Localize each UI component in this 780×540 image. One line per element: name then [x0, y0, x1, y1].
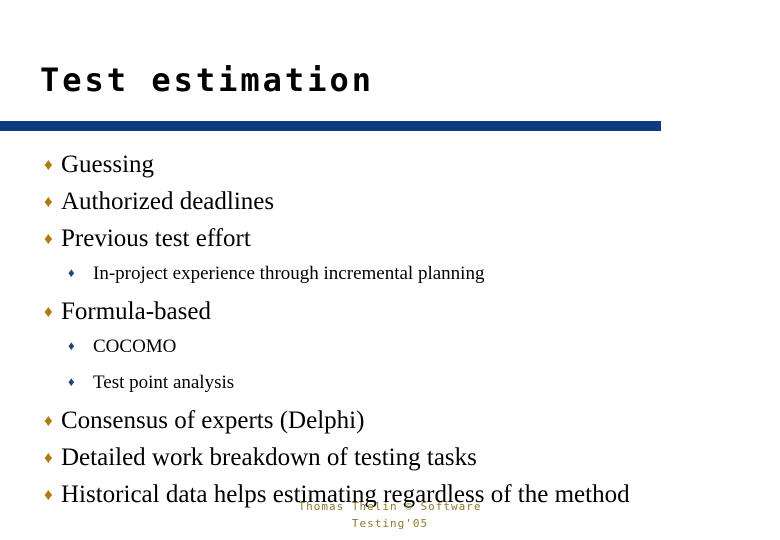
list-item-label: Formula-based [61, 298, 211, 325]
diamond-bullet-icon: ♦ [44, 155, 53, 174]
list-item-label: Guessing [61, 151, 155, 178]
list-item: ♦ In-project experience through increment… [0, 261, 780, 297]
footer-line-2: Testing'05 [351, 517, 429, 530]
list-item: ♦ Previous test effort [0, 224, 780, 261]
list-item-label: In-project experience through incrementa… [93, 263, 485, 284]
bullet-list: ♦ Guessing ♦ Authorized deadlines ♦ Previous … [0, 150, 780, 517]
list-item: ♦ Test point analysis [0, 370, 780, 406]
list-item: ♦ Consensus of experts (Delphi) [0, 406, 780, 443]
diamond-bullet-icon: ♦ [44, 192, 53, 211]
list-item: ♦ Guessing [0, 150, 780, 187]
list-item-label: COCOMO [93, 336, 177, 357]
title-divider-rule [0, 121, 661, 131]
list-item: ♦ Authorized deadlines [0, 187, 780, 224]
diamond-bullet-icon: ♦ [68, 338, 75, 353]
list-item: ♦ Formula-based [0, 297, 780, 334]
list-item: ♦ Detailed work breakdown of testing task… [0, 443, 780, 480]
diamond-bullet-icon: ♦ [44, 448, 53, 467]
diamond-bullet-icon: ♦ [44, 302, 53, 321]
diamond-bullet-icon: ♦ [44, 411, 53, 430]
page-title: Test estimation [40, 61, 374, 99]
slide-footer: Thomas Thelin © Software Testing'05 [0, 498, 780, 532]
list-item-label: Test point analysis [93, 372, 235, 393]
list-item: ♦ COCOMO [0, 334, 780, 370]
diamond-bullet-icon: ♦ [44, 229, 53, 248]
list-item-label: Authorized deadlines [61, 188, 275, 215]
slide-canvas: Test estimation ♦ Guessing ♦ Authorized dea… [0, 0, 780, 540]
footer-line-1: Thomas Thelin © Software [298, 500, 482, 513]
list-item-label: Previous test effort [61, 225, 251, 252]
diamond-bullet-icon: ♦ [68, 374, 75, 389]
list-item-label: Detailed work breakdown of testing tasks [61, 444, 477, 471]
list-item-label: Consensus of experts (Delphi) [61, 407, 365, 434]
diamond-bullet-icon: ♦ [68, 265, 75, 280]
